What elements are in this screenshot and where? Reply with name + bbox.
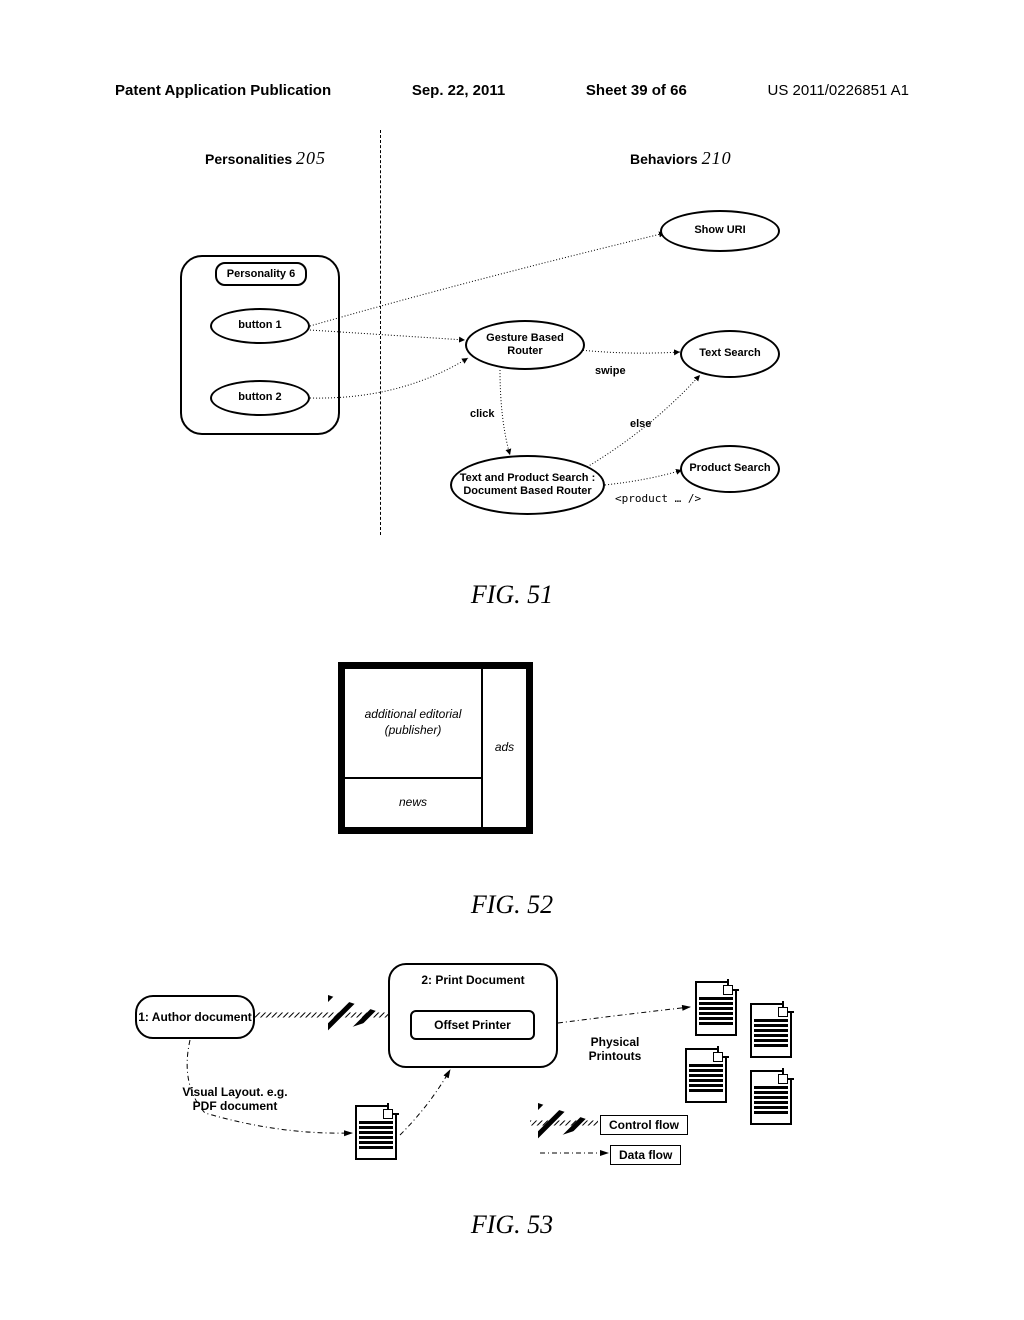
ads-cell: ads <box>482 668 527 828</box>
figure-52: additional editorial (publisher) news ad… <box>338 662 533 834</box>
button-1-node: button 1 <box>210 308 310 344</box>
pub-date: Sep. 22, 2011 <box>412 82 505 99</box>
document-icon <box>750 1003 792 1058</box>
personality-6-label: Personality 6 <box>215 262 307 286</box>
pub-number: US 2011/0226851 A1 <box>767 82 909 99</box>
editorial-cell: additional editorial (publisher) <box>344 668 482 778</box>
behaviors-section-title: Behaviors 210 <box>630 148 732 169</box>
fig51-caption: FIG. 51 <box>0 580 1024 610</box>
personalities-section-title: Personalities 205 <box>205 148 326 169</box>
page-header: Patent Application Publication Sep. 22, … <box>115 82 909 99</box>
document-icon <box>355 1105 397 1160</box>
news-cell: news <box>344 778 482 828</box>
product-search-node: Product Search <box>680 445 780 493</box>
sheet-num: Sheet 39 of 66 <box>586 82 687 99</box>
figure-51: Personalities 205 Behaviors 210 Personal… <box>170 130 860 550</box>
document-icon <box>750 1070 792 1125</box>
legend-data-flow: Data flow <box>610 1145 681 1165</box>
divider-axis <box>380 130 381 535</box>
visual-layout-label: Visual Layout. e.g. PDF document <box>170 1085 300 1114</box>
physical-printouts-label: Physical Printouts <box>575 1035 655 1064</box>
offset-printer-node: Offset Printer <box>410 1010 535 1040</box>
show-uri-node: Show URI <box>660 210 780 252</box>
pub-type: Patent Application Publication <box>115 82 331 99</box>
gesture-router-node: Gesture Based Router <box>465 320 585 370</box>
edge-label-else: else <box>630 418 651 430</box>
document-router-node: Text and Product Search : Document Based… <box>450 455 605 515</box>
edge-label-product: <product … /> <box>615 492 701 505</box>
legend-control-flow: Control flow <box>600 1115 688 1135</box>
text-search-node: Text Search <box>680 330 780 378</box>
edge-label-click: click <box>470 408 494 420</box>
button-2-node: button 2 <box>210 380 310 416</box>
fig53-caption: FIG. 53 <box>0 1210 1024 1240</box>
document-icon <box>695 981 737 1036</box>
figure-53: 1: Author document 2: Print Document Off… <box>130 955 830 1200</box>
author-document-node: 1: Author document <box>135 995 255 1039</box>
fig52-caption: FIG. 52 <box>0 890 1024 920</box>
document-icon <box>685 1048 727 1103</box>
edge-label-swipe: swipe <box>595 365 626 377</box>
